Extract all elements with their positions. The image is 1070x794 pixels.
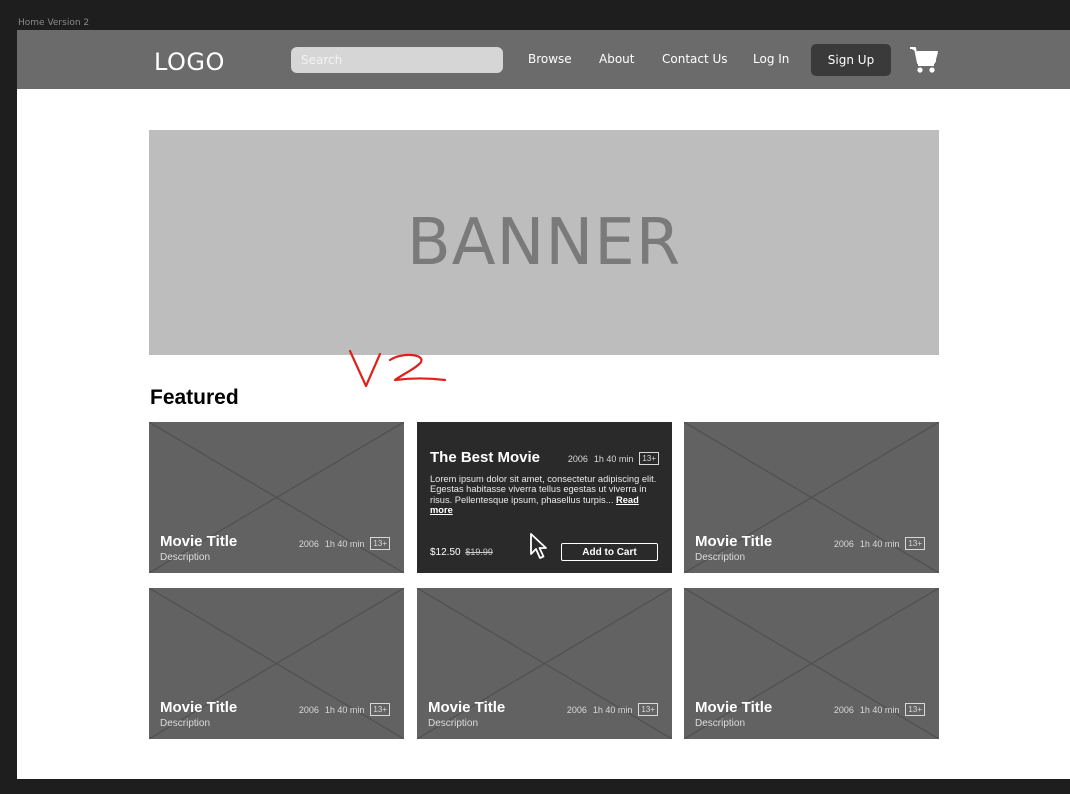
movie-year: 2006 <box>298 538 319 549</box>
image-placeholder-icon <box>684 422 939 573</box>
movie-runtime: 1h 40 min <box>324 704 365 715</box>
movie-title: Movie Title <box>160 533 238 550</box>
navbar: LOGO Browse About Contact Us Log In Sign… <box>17 30 1070 89</box>
frame-label: Home Version 2 <box>18 18 90 28</box>
featured-heading: Featured <box>150 386 239 409</box>
movie-card[interactable]: Movie Title Description 2006 1h 40 min 1… <box>149 422 404 573</box>
home-page-artboard: LOGO Browse About Contact Us Log In Sign… <box>17 30 1070 779</box>
movie-card[interactable]: Movie Title Description 2006 1h 40 min 1… <box>684 588 939 739</box>
movie-description: Description <box>695 718 746 729</box>
movie-title: Movie Title <box>695 699 773 716</box>
rating-badge: 13+ <box>370 537 390 550</box>
price: $12.50 $19.99 <box>430 547 493 558</box>
search-input[interactable] <box>291 47 503 73</box>
movie-year: 2006 <box>567 453 588 464</box>
rating-badge: 13+ <box>639 452 659 465</box>
image-placeholder-icon <box>149 422 404 573</box>
nav-log-in[interactable]: Log In <box>753 52 789 66</box>
movie-year: 2006 <box>833 704 854 715</box>
rating-badge: 13+ <box>638 703 658 716</box>
movie-synopsis: Lorem ipsum dolor sit amet, consectetur … <box>430 474 662 516</box>
image-placeholder-icon <box>417 588 672 739</box>
rating-badge: 13+ <box>905 703 925 716</box>
movie-description: Description <box>695 552 746 563</box>
movie-runtime: 1h 40 min <box>593 453 634 464</box>
movie-title: Movie Title <box>695 533 773 550</box>
movie-meta: 2006 1h 40 min 13+ <box>299 703 390 716</box>
handwritten-v2-mark-icon <box>348 349 447 388</box>
movie-card[interactable]: Movie Title Description 2006 1h 40 min 1… <box>149 588 404 739</box>
current-price: $12.50 <box>430 547 461 558</box>
nav-browse[interactable]: Browse <box>528 52 572 66</box>
movie-meta: 2006 1h 40 min 13+ <box>567 703 658 716</box>
old-price: $19.99 <box>465 547 493 557</box>
nav-about[interactable]: About <box>599 52 634 66</box>
movie-title: Movie Title <box>160 699 238 716</box>
movie-title: The Best Movie <box>430 449 541 466</box>
movie-description: Description <box>160 552 211 563</box>
movie-description: Description <box>428 718 479 729</box>
add-to-cart-button[interactable]: Add to Cart <box>561 543 658 561</box>
movie-card[interactable]: Movie Title Description 2006 1h 40 min 1… <box>417 588 672 739</box>
sign-up-button[interactable]: Sign Up <box>811 44 891 76</box>
movie-year: 2006 <box>566 704 587 715</box>
image-placeholder-icon <box>149 588 404 739</box>
movie-meta: 2006 1h 40 min 13+ <box>834 703 925 716</box>
movie-meta: 2006 1h 40 min 13+ <box>834 537 925 550</box>
movie-meta: 2006 1h 40 min 13+ <box>299 537 390 550</box>
banner-text: BANNER <box>406 205 682 280</box>
movie-description: Description <box>160 718 211 729</box>
nav-contact-us[interactable]: Contact Us <box>662 52 728 66</box>
rating-badge: 13+ <box>905 537 925 550</box>
movie-runtime: 1h 40 min <box>324 538 365 549</box>
movie-title: Movie Title <box>428 699 506 716</box>
mouse-pointer-icon <box>530 533 547 559</box>
movie-runtime: 1h 40 min <box>859 538 900 549</box>
movie-runtime: 1h 40 min <box>592 704 633 715</box>
movie-card[interactable]: Movie Title Description 2006 1h 40 min 1… <box>684 422 939 573</box>
movie-year: 2006 <box>833 538 854 549</box>
cart-icon[interactable] <box>909 46 939 74</box>
movie-card-hover[interactable]: The Best Movie 2006 1h 40 min 13+ Lorem … <box>417 422 672 573</box>
movie-year: 2006 <box>298 704 319 715</box>
image-placeholder-icon <box>684 588 939 739</box>
movie-runtime: 1h 40 min <box>859 704 900 715</box>
rating-badge: 13+ <box>370 703 390 716</box>
movie-meta: 2006 1h 40 min 13+ <box>568 452 659 465</box>
logo[interactable]: LOGO <box>154 48 225 76</box>
hero-banner[interactable]: BANNER <box>149 130 939 355</box>
